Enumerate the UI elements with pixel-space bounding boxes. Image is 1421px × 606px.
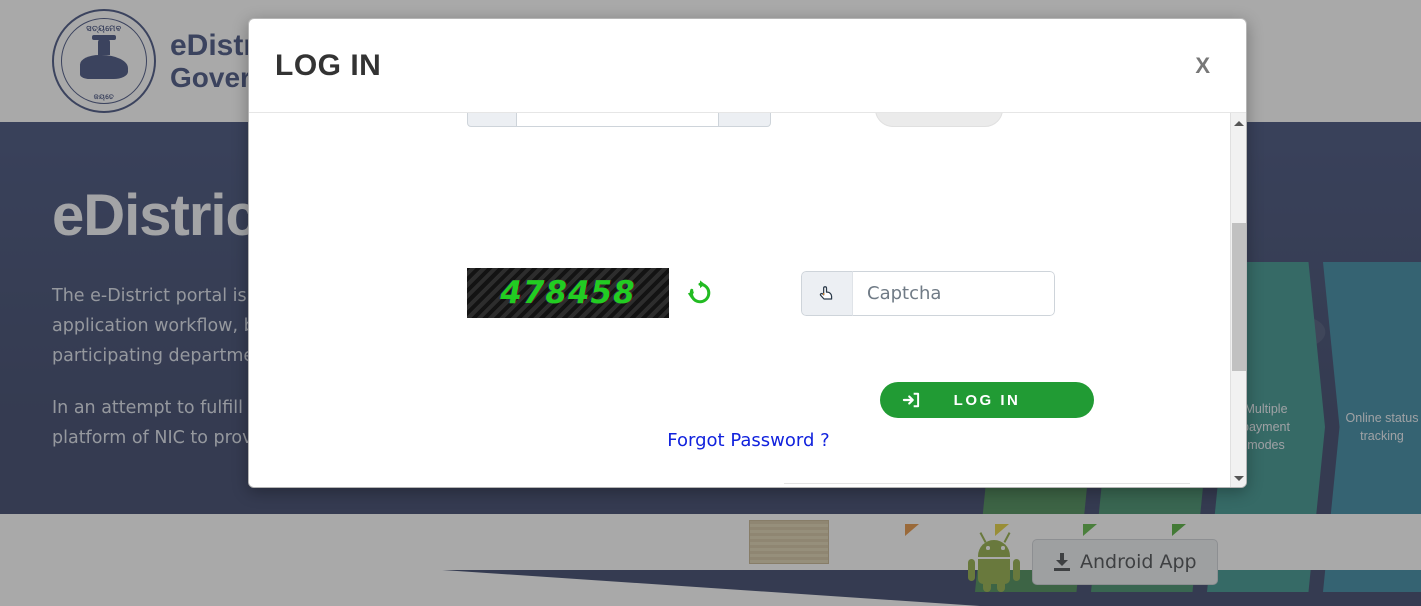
password-toggle-addon[interactable] — [719, 113, 771, 127]
forgot-password-link[interactable]: Forgot Password ? — [249, 430, 1246, 451]
captcha-row: 478458 — [467, 268, 1055, 318]
login-button-label: LOG IN — [953, 391, 1021, 409]
captcha-image: 478458 — [467, 268, 669, 318]
login-button[interactable]: LOG IN — [880, 382, 1094, 418]
scrolled-out-password-row — [249, 113, 1246, 127]
modal-scrollbar[interactable] — [1230, 113, 1246, 487]
modal-title: LOG IN — [275, 48, 382, 82]
captcha-input[interactable] — [853, 270, 1055, 316]
scrolled-out-button-partial[interactable] — [875, 113, 1003, 127]
password-lock-addon — [467, 113, 517, 127]
sign-in-icon — [902, 392, 920, 408]
scroll-down-arrow-icon[interactable] — [1231, 470, 1246, 486]
password-input-group-partial[interactable] — [467, 113, 771, 127]
refresh-icon[interactable] — [686, 279, 714, 307]
scrollbar-thumb[interactable] — [1232, 223, 1246, 371]
scroll-up-arrow-icon[interactable] — [1231, 115, 1246, 131]
password-input-partial[interactable] — [517, 113, 719, 127]
modal-body: 478458 Captcha LOG IN Forgot Password ? — [249, 113, 1246, 487]
close-icon[interactable]: X — [1185, 51, 1220, 81]
page-root: ସତ୍ୟମେବ ଜୟତେ eDistrict Government of Odi… — [0, 0, 1421, 606]
captcha-input-group — [801, 270, 1055, 316]
login-modal: LOG IN X 478458 Captcha LOG IN Forgot Pa… — [248, 18, 1247, 488]
hand-pointer-icon — [801, 270, 853, 316]
modal-header: LOG IN X — [249, 19, 1246, 113]
modal-divider — [784, 483, 1190, 484]
captcha-code: 478458 — [500, 275, 636, 311]
